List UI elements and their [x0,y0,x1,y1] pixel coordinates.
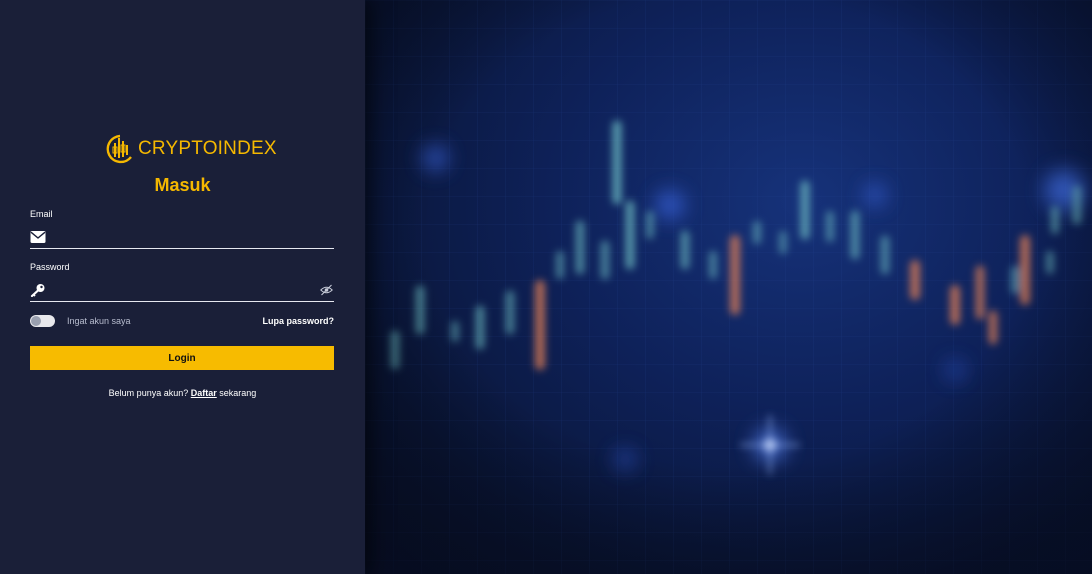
signup-suffix: sekarang [219,388,257,398]
decorative-background [365,0,1092,574]
password-input[interactable] [52,282,322,300]
signup-link[interactable]: Daftar [191,388,217,398]
signup-prompt: Belum punya akun? Daftar sekarang [0,388,365,398]
password-label: Password [30,262,70,272]
page-title: Masuk [154,175,211,195]
brand-logo: CRYPTOINDEX [106,132,277,166]
login-panel: CRYPTOINDEX Masuk Email Password Ingat a… [0,0,365,574]
forgot-password-link[interactable]: Lupa password? [262,316,334,326]
toggle-knob [31,316,41,326]
remember-me-toggle[interactable] [30,315,55,327]
password-field-wrapper [30,280,334,302]
remember-me-label: Ingat akun saya [67,316,131,326]
login-button[interactable]: Login [30,346,334,370]
login-page: CRYPTOINDEX Masuk Email Password Ingat a… [0,0,1092,574]
signup-prefix: Belum punya akun? [108,388,189,398]
envelope-icon [30,231,46,243]
cryptoindex-logo-icon [106,134,132,164]
brand-name: CRYPTOINDEX [138,138,277,159]
email-label: Email [30,209,53,219]
key-icon [30,284,45,297]
candlestick-background-image [365,0,1092,574]
email-field-wrapper [30,227,334,249]
eye-slash-icon[interactable] [320,284,333,296]
email-input[interactable] [52,229,322,247]
